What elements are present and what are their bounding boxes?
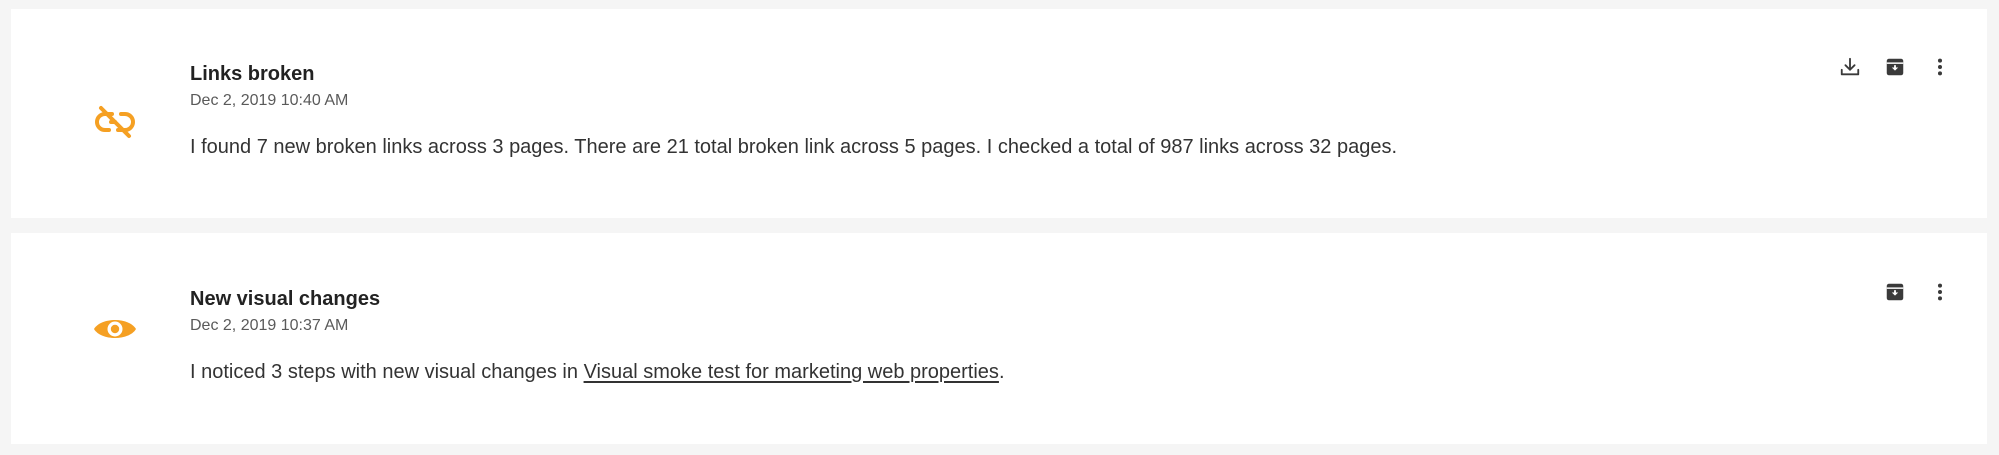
more-vertical-icon (1929, 281, 1951, 303)
eye-icon (91, 305, 139, 353)
archive-button[interactable] (1880, 277, 1910, 307)
test-link[interactable]: Visual smoke test for marketing web prop… (584, 361, 999, 383)
notification-title: New visual changes (190, 288, 381, 310)
notification-title: Links broken (190, 63, 315, 85)
archive-icon (1884, 281, 1906, 303)
archive-icon (1884, 56, 1906, 78)
broken-link-icon (91, 98, 139, 146)
notification-message: I noticed 3 steps with new visual change… (190, 361, 1005, 384)
download-icon (1839, 56, 1861, 78)
download-button[interactable] (1835, 52, 1865, 82)
notification-timestamp: Dec 2, 2019 10:37 AM (190, 317, 349, 334)
archive-button[interactable] (1880, 52, 1910, 82)
message-suffix: . (998, 361, 1005, 383)
more-options-button[interactable] (1925, 277, 1955, 307)
notification-message: I found 7 new broken links across 3 page… (190, 136, 1398, 158)
notification-timestamp: Dec 2, 2019 10:40 AM (190, 92, 349, 109)
more-vertical-icon (1929, 56, 1951, 78)
more-options-button[interactable] (1925, 52, 1955, 82)
message-text: I noticed 3 steps with new visual change… (190, 361, 584, 383)
notification-card-links-broken: Links broken Dec 2, 2019 10:40 AM I foun… (11, 9, 1987, 218)
notification-card-visual-changes: New visual changes Dec 2, 2019 10:37 AM … (11, 233, 1987, 444)
